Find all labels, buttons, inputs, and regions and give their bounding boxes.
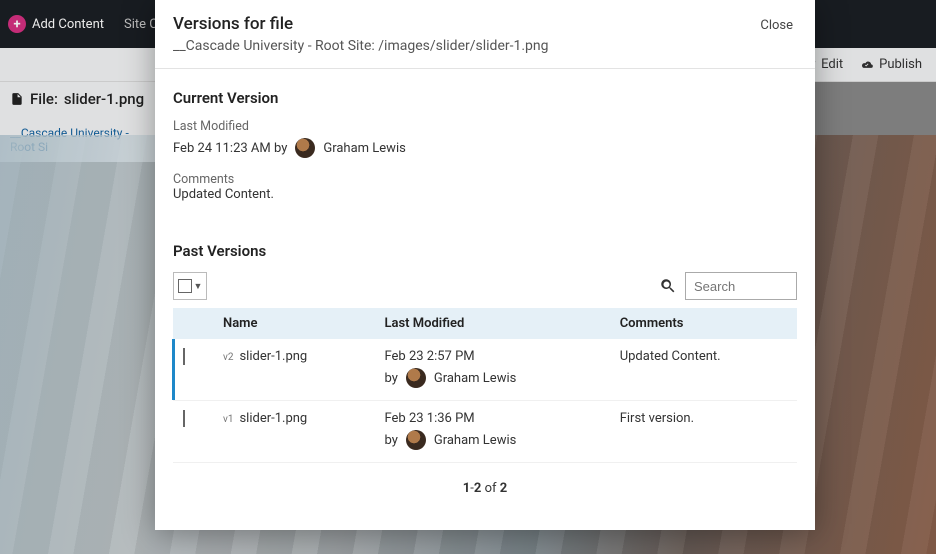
row-by-prefix: by <box>384 371 397 386</box>
search-icon[interactable] <box>659 277 677 295</box>
row-checkbox[interactable] <box>183 410 185 427</box>
current-author: Graham Lewis <box>323 141 405 156</box>
current-version-byline: Feb 24 11:23 AM by Graham Lewis <box>173 138 797 158</box>
version-tag: v1 <box>223 414 233 425</box>
row-name: slider-1.png <box>239 411 307 426</box>
col-comments[interactable]: Comments <box>610 308 797 339</box>
modal-body: Current Version Last Modified Feb 24 11:… <box>155 69 815 506</box>
comments-label: Comments <box>173 172 797 187</box>
pager: 1-2 of 2 <box>173 481 797 496</box>
current-timestamp: Feb 24 11:23 AM by <box>173 141 287 156</box>
current-comments-text: Updated Content. <box>173 187 797 202</box>
row-name: slider-1.png <box>239 349 307 364</box>
col-name[interactable]: Name <box>213 308 374 339</box>
avatar <box>406 430 426 450</box>
chevron-down-icon: ▼ <box>194 281 203 292</box>
avatar <box>295 138 315 158</box>
table-row[interactable]: v1 slider-1.png Feb 23 1:36 PM by Graham … <box>173 401 797 463</box>
modal-title: Versions for file <box>173 14 549 34</box>
row-date: Feb 23 1:36 PM <box>384 411 599 426</box>
row-comments: Updated Content. <box>610 339 797 401</box>
modal-header: Versions for file __Cascade University -… <box>155 0 815 69</box>
current-version-heading: Current Version <box>173 89 797 107</box>
close-button[interactable]: Close <box>760 18 793 33</box>
pager-of: of <box>485 481 497 496</box>
past-versions-heading: Past Versions <box>173 242 797 260</box>
row-author: Graham Lewis <box>434 371 516 386</box>
col-select <box>173 308 213 339</box>
modal-path: __Cascade University - Root Site: /image… <box>173 38 549 54</box>
pager-start: 1 <box>463 481 470 496</box>
col-last-modified[interactable]: Last Modified <box>374 308 609 339</box>
pager-end: 2 <box>474 481 481 496</box>
table-controls: ▼ <box>173 272 797 300</box>
select-all-dropdown[interactable]: ▼ <box>173 272 207 300</box>
search-input[interactable] <box>685 272 797 300</box>
row-checkbox[interactable] <box>183 348 185 365</box>
versions-modal: Versions for file __Cascade University -… <box>155 0 815 530</box>
last-modified-label: Last Modified <box>173 119 797 134</box>
row-date: Feb 23 2:57 PM <box>384 349 599 364</box>
row-comments: First version. <box>610 401 797 463</box>
avatar <box>406 368 426 388</box>
row-author: Graham Lewis <box>434 433 516 448</box>
version-tag: v2 <box>223 352 233 363</box>
row-by-prefix: by <box>384 433 397 448</box>
table-row[interactable]: v2 slider-1.png Feb 23 2:57 PM by Graham … <box>173 339 797 401</box>
versions-table: Name Last Modified Comments v2 slider-1.p… <box>173 308 797 463</box>
checkbox-icon <box>178 279 192 293</box>
pager-total: 2 <box>500 481 507 496</box>
